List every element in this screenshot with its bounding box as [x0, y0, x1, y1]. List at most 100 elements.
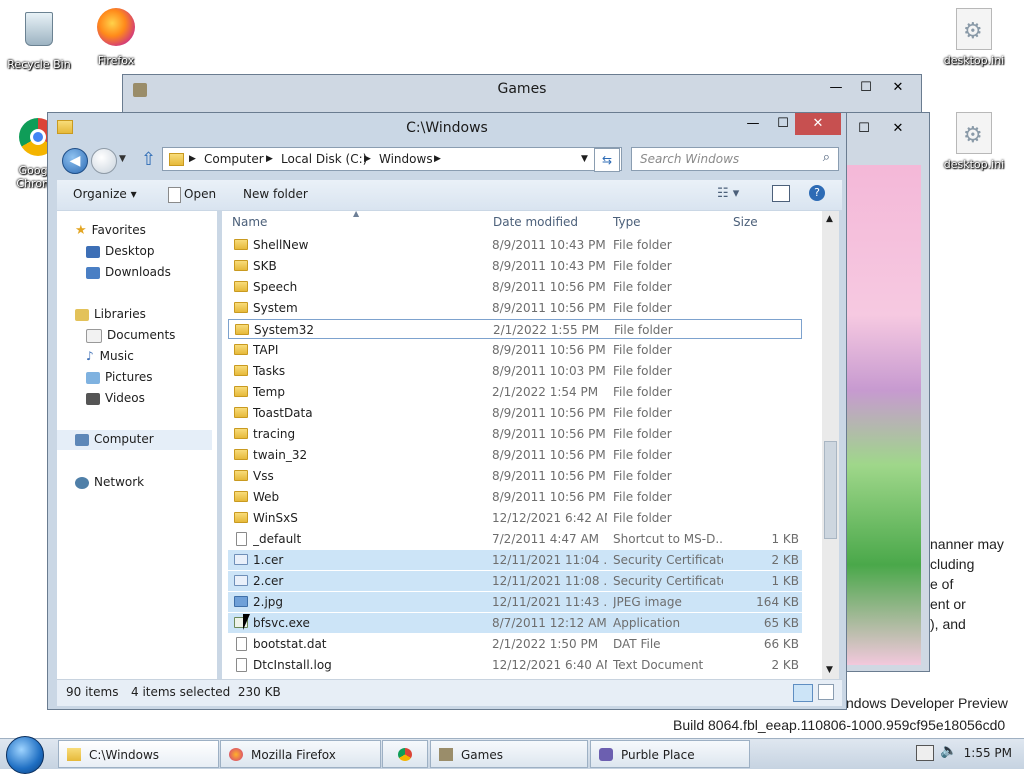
address-bar[interactable]: ▶ Computer ▶ Local Disk (C:) ▶ Windows ▶… — [162, 147, 622, 171]
action-center-icon[interactable] — [916, 745, 934, 761]
new-folder-button[interactable]: New folder — [243, 187, 308, 201]
file-row[interactable]: Speech 8/9/2011 10:56 PM File folder — [228, 277, 802, 297]
nav-videos[interactable]: Videos — [86, 389, 145, 407]
purble-close-button[interactable]: ✕ — [883, 118, 913, 140]
file-row[interactable]: System32 2/1/2022 1:55 PM File folder — [228, 319, 802, 339]
nav-music[interactable]: ♪ Music — [86, 347, 134, 365]
file-row[interactable]: tracing 8/9/2011 10:56 PM File folder — [228, 424, 802, 444]
nav-pictures[interactable]: Pictures — [86, 368, 153, 386]
taskbar-item-chrome[interactable] — [382, 740, 428, 768]
desktop-icon-desktop-ini-2[interactable]: desktop.ini — [938, 112, 1010, 171]
file-row[interactable]: twain_32 8/9/2011 10:56 PM File folder — [228, 445, 802, 465]
vertical-scrollbar[interactable]: ▲ ▼ — [822, 211, 839, 679]
file-row[interactable]: 2.cer 12/11/2021 11:08 ... Security Certif… — [228, 571, 802, 591]
taskbar-item-purble-place[interactable]: Purble Place — [590, 740, 750, 768]
purble-maximize-button[interactable]: ☐ — [849, 118, 879, 140]
nav-downloads[interactable]: Downloads — [86, 263, 171, 281]
navigation-pane[interactable]: ★ Favorites Desktop Downloads Libraries D… — [57, 211, 217, 679]
file-row[interactable]: SKB 8/9/2011 10:43 PM File folder — [228, 256, 802, 276]
file-row[interactable]: Web 8/9/2011 10:56 PM File folder — [228, 487, 802, 507]
file-list[interactable]: Name ▲ Date modified Type Size ShellNew 8… — [222, 211, 822, 679]
nav-network[interactable]: Network — [75, 473, 144, 491]
taskbar-item-games[interactable]: Games — [430, 740, 588, 768]
explorer-close-button[interactable]: ✕ — [795, 113, 841, 135]
large-icons-view-button[interactable] — [818, 684, 834, 700]
file-name: System32 — [254, 323, 315, 337]
organize-button[interactable]: Organize ▾ — [73, 187, 137, 201]
breadcrumb-separator[interactable]: ▶ — [266, 154, 273, 164]
open-button[interactable]: Open — [184, 187, 216, 201]
nav-favorites[interactable]: ★ Favorites — [75, 221, 146, 239]
search-box[interactable]: Search Windows ⌕ — [631, 147, 839, 171]
explorer-minimize-button[interactable]: — — [738, 113, 768, 135]
taskbar-item-explorer[interactable]: C:\Windows — [58, 740, 219, 768]
column-header-size[interactable]: Size — [733, 211, 758, 233]
folder-icon — [234, 491, 248, 502]
desktop-icon-desktop-ini-1[interactable]: desktop.ini — [938, 8, 1010, 67]
nav-documents[interactable]: Documents — [86, 326, 175, 344]
scroll-down-arrow[interactable]: ▼ — [826, 665, 833, 675]
folder-icon — [234, 260, 248, 271]
search-icon[interactable]: ⌕ — [823, 150, 830, 165]
file-row[interactable]: Temp 2/1/2022 1:54 PM File folder — [228, 382, 802, 402]
breadcrumb-separator[interactable]: ▶ — [364, 154, 371, 164]
help-button[interactable]: ? — [809, 185, 825, 201]
file-row[interactable]: Vss 8/9/2011 10:56 PM File folder — [228, 466, 802, 486]
file-row[interactable]: System 8/9/2011 10:56 PM File folder — [228, 298, 802, 318]
purble-game-scene[interactable] — [847, 165, 921, 665]
breadcrumb-windows[interactable]: Windows — [379, 152, 433, 166]
forward-button[interactable] — [91, 148, 117, 174]
file-row[interactable]: _default 7/2/2011 4:47 AM Shortcut to MS-D… — [228, 529, 802, 549]
file-size: 1 KB — [771, 574, 799, 588]
file-row[interactable]: WinSxS 12/12/2021 6:42 AM File folder — [228, 508, 802, 528]
view-options-button[interactable]: ☷ ▾ — [717, 186, 739, 201]
pictures-icon — [86, 371, 100, 384]
nav-libraries[interactable]: Libraries — [75, 305, 146, 323]
breadcrumb-separator[interactable]: ▶ — [189, 154, 196, 164]
refresh-button[interactable]: ⇆ — [594, 148, 620, 172]
nav-computer[interactable]: Computer — [57, 430, 212, 450]
desktop-icon-recycle-bin[interactable]: Recycle Bin — [3, 8, 75, 71]
file-type: File folder — [613, 259, 672, 273]
search-input[interactable]: Search Windows — [640, 152, 739, 166]
details-view-button[interactable] — [793, 684, 813, 702]
column-header-date[interactable]: Date modified — [493, 211, 578, 233]
file-name: 2.jpg — [253, 595, 284, 609]
taskbar-item-label: Games — [461, 748, 503, 762]
taskbar-clock[interactable]: 1:55 PM — [952, 746, 1012, 760]
games-close-button[interactable]: ✕ — [883, 77, 913, 99]
file-row[interactable]: DtcInstall.log 12/12/2021 6:40 AM Text Doc… — [228, 655, 802, 675]
scroll-thumb[interactable] — [824, 441, 837, 539]
file-row[interactable]: bootstat.dat 2/1/2022 1:50 PM DAT File 66 K… — [228, 634, 802, 654]
back-button[interactable]: ◀ — [62, 148, 88, 174]
address-history-dropdown[interactable]: ▼ — [581, 154, 588, 164]
file-row[interactable]: 2.jpg 12/11/2021 11:43 ... JPEG image 164 K… — [228, 592, 802, 612]
breadcrumb-separator[interactable]: ▶ — [434, 154, 441, 164]
start-button[interactable] — [6, 736, 44, 774]
file-row[interactable]: bfsvc.exe 8/7/2011 12:12 AM Application 65 … — [228, 613, 802, 633]
breadcrumb-computer[interactable]: Computer — [204, 152, 264, 166]
nav-desktop[interactable]: Desktop — [86, 242, 155, 260]
documents-icon — [86, 328, 102, 343]
games-minimize-button[interactable]: — — [821, 77, 851, 99]
file-row[interactable]: ShellNew 8/9/2011 10:43 PM File folder — [228, 235, 802, 255]
file-row[interactable]: ToastData 8/9/2011 10:56 PM File folder — [228, 403, 802, 423]
games-maximize-button[interactable]: ☐ — [851, 77, 881, 99]
desktop-icon-firefox[interactable]: Firefox — [80, 8, 152, 67]
column-header-name[interactable]: Name — [232, 211, 267, 233]
file-name: ToastData — [253, 406, 313, 420]
file-row[interactable]: Tasks 8/9/2011 10:03 PM File folder — [228, 361, 802, 381]
breadcrumb-local-disk[interactable]: Local Disk (C:) — [281, 152, 367, 166]
taskbar-item-firefox[interactable]: Mozilla Firefox — [220, 740, 381, 768]
recent-pages-dropdown[interactable]: ▼ — [119, 154, 126, 164]
explorer-maximize-button[interactable]: ☐ — [768, 113, 798, 135]
up-button[interactable]: ⇧ — [141, 149, 156, 170]
column-header-type[interactable]: Type — [613, 211, 641, 233]
explorer-titlebar[interactable]: C:\Windows — ☐ ✕ — [48, 113, 846, 143]
preview-pane-button[interactable] — [772, 185, 790, 202]
games-titlebar[interactable]: Games — ☐ ✕ — [123, 75, 921, 105]
file-type: Application — [613, 616, 681, 630]
file-row[interactable]: 1.cer 12/11/2021 11:04 ... Security Certif… — [228, 550, 802, 570]
file-row[interactable]: TAPI 8/9/2011 10:56 PM File folder — [228, 340, 802, 360]
scroll-up-arrow[interactable]: ▲ — [826, 214, 833, 224]
